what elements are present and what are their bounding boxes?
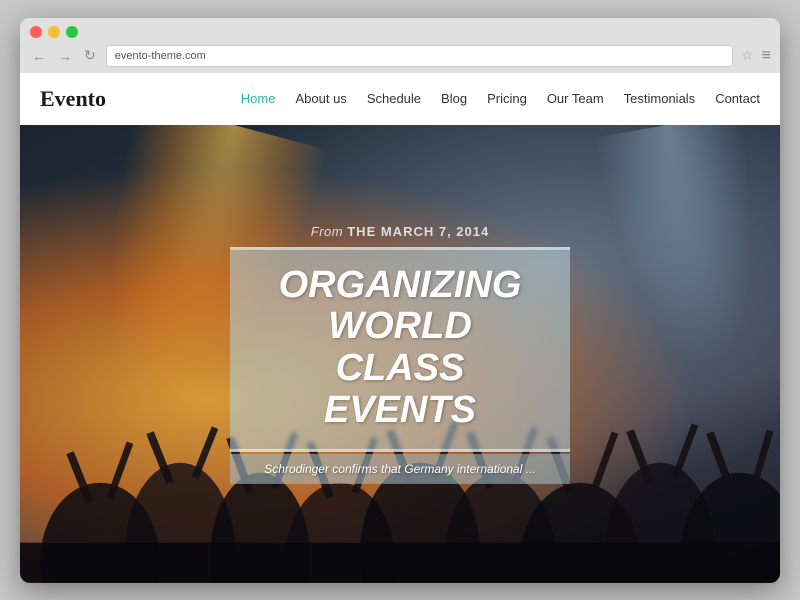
nav-link-pricing[interactable]: Pricing xyxy=(487,91,527,106)
hero-subtitle: Schrodinger confirms that Germany intern… xyxy=(230,454,570,484)
traffic-lights xyxy=(30,26,770,38)
site-navigation: Evento Home About us Schedule Blog Prici… xyxy=(20,73,780,125)
bookmark-icon[interactable]: ☆ xyxy=(741,47,754,64)
maximize-button[interactable] xyxy=(66,26,78,38)
nav-link-testimonials[interactable]: Testimonials xyxy=(624,91,696,106)
close-button[interactable] xyxy=(30,26,42,38)
nav-item-about[interactable]: About us xyxy=(295,90,346,108)
nav-item-pricing[interactable]: Pricing xyxy=(487,90,527,108)
refresh-button[interactable]: ↻ xyxy=(82,47,98,64)
nav-link-blog[interactable]: Blog xyxy=(441,91,467,106)
event-date: From THE MARCH 7, 2014 xyxy=(230,223,570,238)
back-button[interactable]: ← xyxy=(30,48,48,64)
site-logo: Evento xyxy=(40,86,106,112)
website-content: Evento Home About us Schedule Blog Prici… xyxy=(20,73,780,583)
browser-toolbar: ← → ↻ ☆ ≡ xyxy=(30,45,770,67)
menu-icon[interactable]: ≡ xyxy=(762,47,770,65)
hero-content: From THE MARCH 7, 2014 ORGANIZING WORLD … xyxy=(230,223,570,483)
nav-item-contact[interactable]: Contact xyxy=(715,90,760,108)
hero-section: From THE MARCH 7, 2014 ORGANIZING WORLD … xyxy=(20,125,780,583)
nav-link-schedule[interactable]: Schedule xyxy=(367,91,421,106)
nav-links: Home About us Schedule Blog Pricing Our … xyxy=(241,90,760,108)
forward-button[interactable]: → xyxy=(56,48,74,64)
nav-item-schedule[interactable]: Schedule xyxy=(367,90,421,108)
browser-chrome: ← → ↻ ☆ ≡ xyxy=(20,18,780,73)
nav-link-team[interactable]: Our Team xyxy=(547,91,604,106)
nav-item-testimonials[interactable]: Testimonials xyxy=(624,90,696,108)
nav-item-home[interactable]: Home xyxy=(241,90,276,108)
nav-item-team[interactable]: Our Team xyxy=(547,90,604,108)
hero-title: ORGANIZING WORLD CLASS EVENTS xyxy=(260,264,540,431)
hero-title-box: ORGANIZING WORLD CLASS EVENTS xyxy=(230,246,570,451)
nav-link-home[interactable]: Home xyxy=(241,91,276,106)
browser-window: ← → ↻ ☆ ≡ Evento Home About us Schedule xyxy=(20,18,780,583)
address-bar[interactable] xyxy=(106,45,733,67)
minimize-button[interactable] xyxy=(48,26,60,38)
nav-item-blog[interactable]: Blog xyxy=(441,90,467,108)
nav-link-about[interactable]: About us xyxy=(295,91,346,106)
hero-subtitle-text: Schrodinger confirms that Germany intern… xyxy=(250,462,550,476)
nav-link-contact[interactable]: Contact xyxy=(715,91,760,106)
